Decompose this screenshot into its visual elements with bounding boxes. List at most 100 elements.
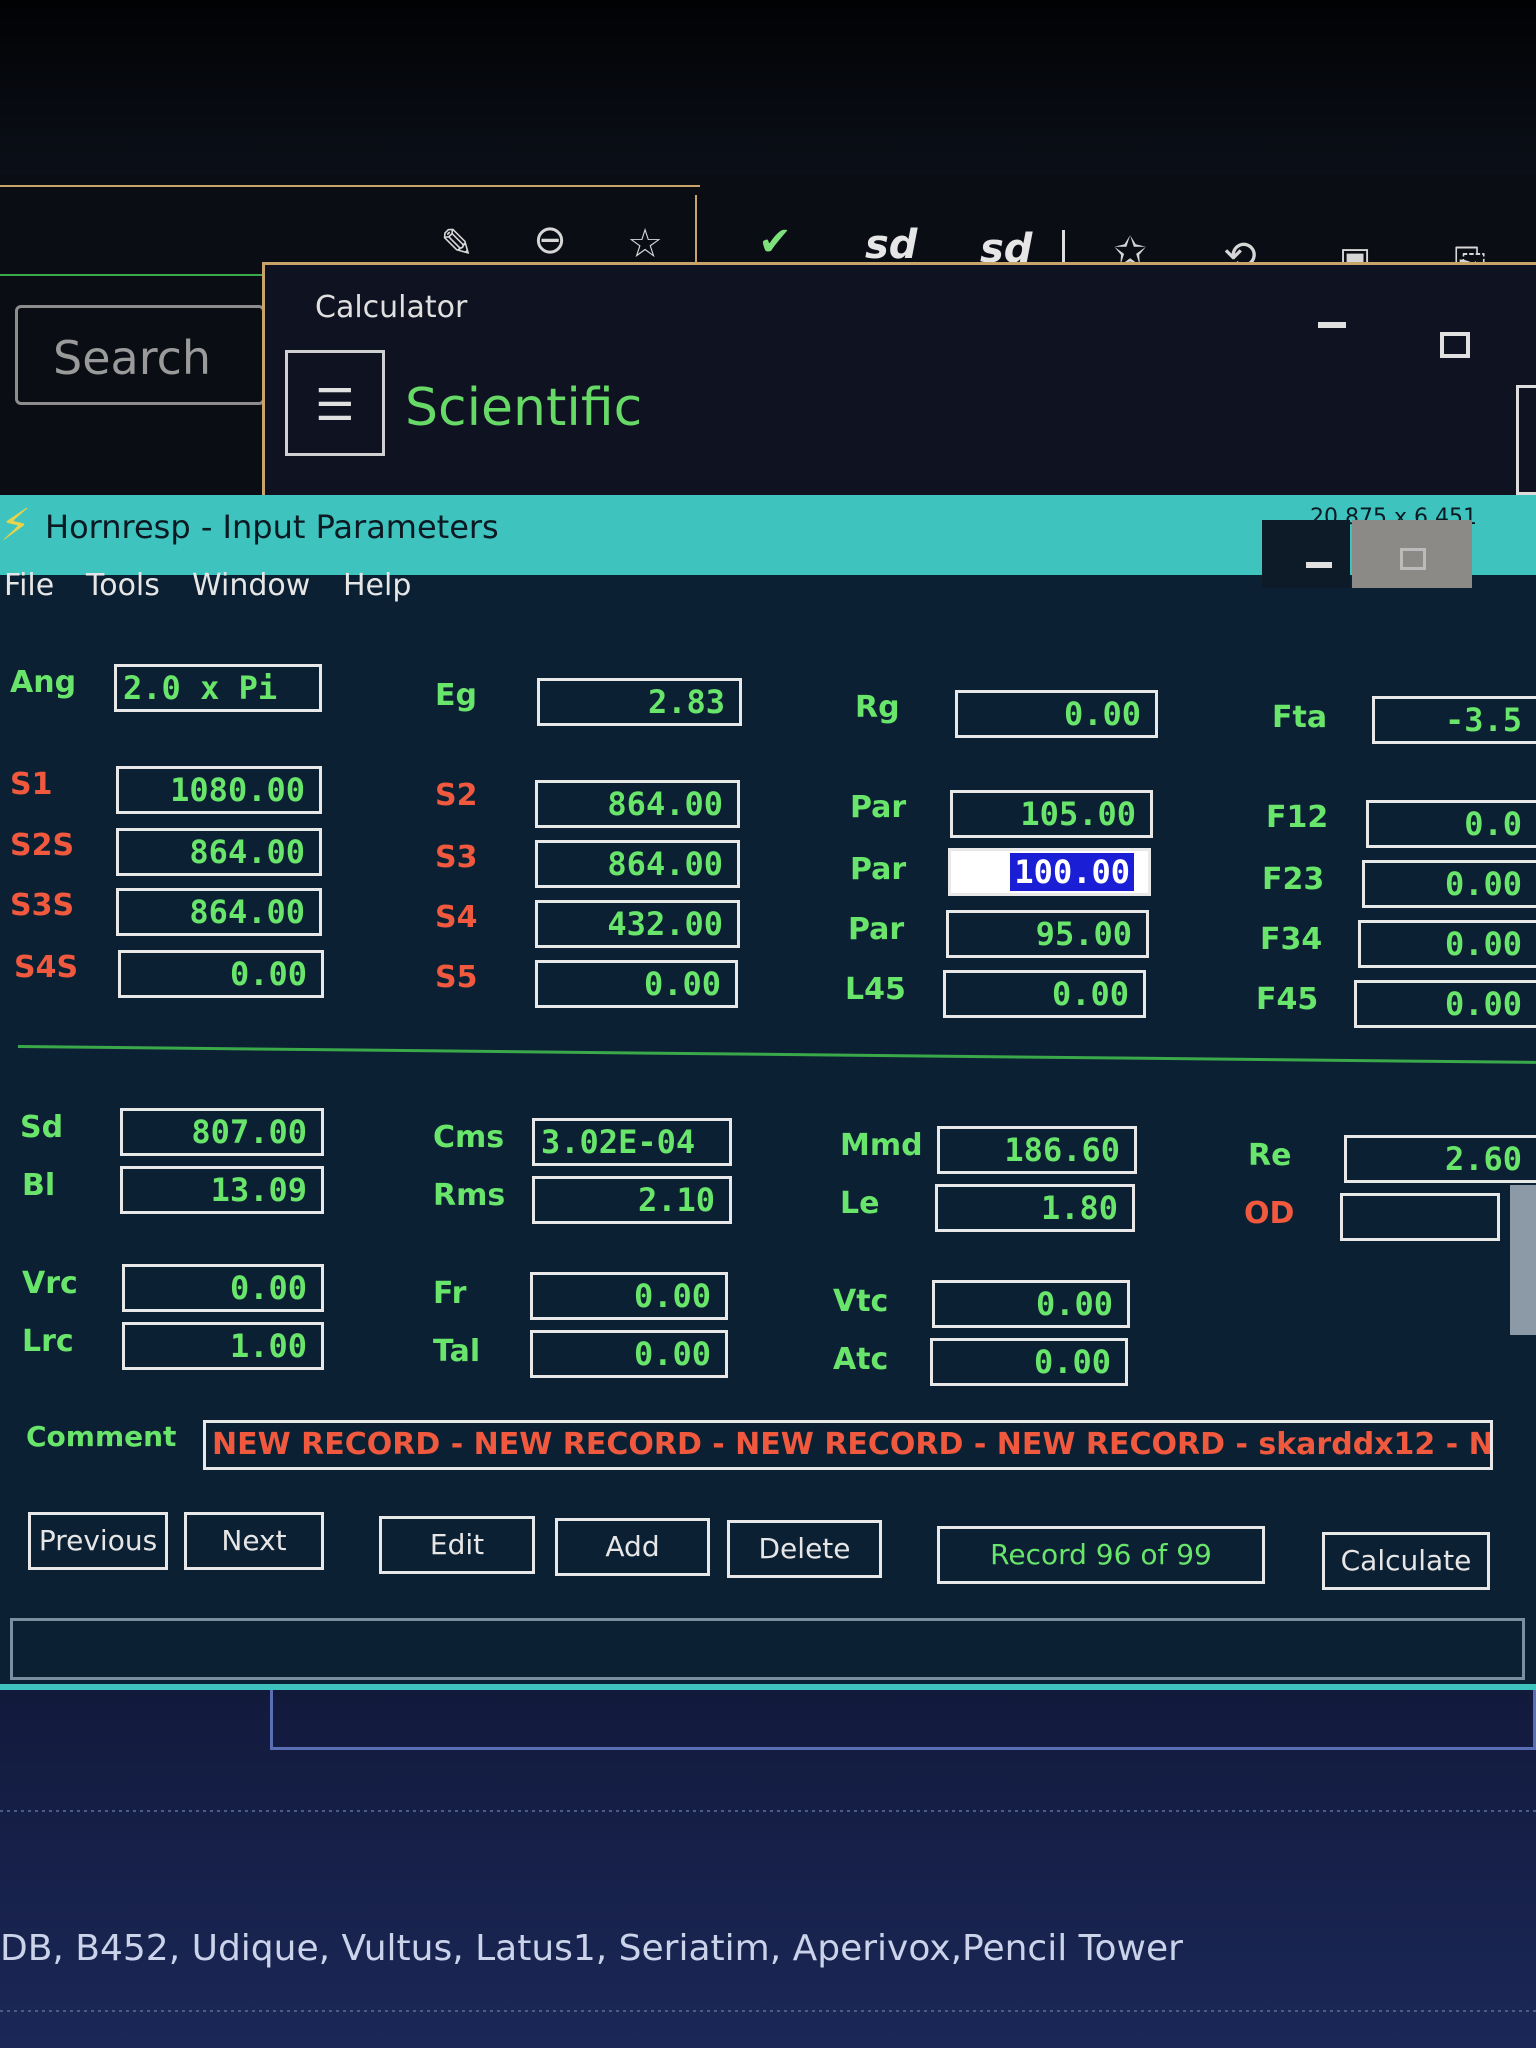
label-par-1: Par (850, 790, 907, 825)
field-cms[interactable]: 3.02E-04 (532, 1118, 732, 1166)
window-title: Hornresp - Input Parameters (45, 508, 499, 546)
label-s3: S3 (435, 840, 478, 875)
field-ang[interactable]: 2.0 x Pi (114, 664, 322, 712)
label-fta: Fta (1272, 700, 1328, 735)
calculator-mode: Scientific (405, 378, 643, 438)
label-par-3: Par (848, 912, 905, 947)
scrollbar[interactable] (1510, 1185, 1536, 1335)
menu-tools[interactable]: Tools (86, 568, 160, 603)
field-s5[interactable]: 0.00 (535, 960, 738, 1008)
monitor-bezel (0, 0, 1536, 175)
background-panel (270, 1690, 1536, 1750)
label-atc: Atc (833, 1342, 889, 1377)
add-button[interactable]: Add (555, 1518, 710, 1576)
field-f23[interactable]: 0.00 (1362, 860, 1536, 908)
label-vtc: Vtc (833, 1284, 889, 1319)
label-l45: L45 (845, 972, 906, 1007)
label-par-2: Par (850, 852, 907, 887)
comment-field[interactable]: NEW RECORD - NEW RECORD - NEW RECORD - N… (203, 1420, 1493, 1470)
field-f34[interactable]: 0.00 (1358, 920, 1536, 968)
field-par-3[interactable]: 95.00 (946, 910, 1149, 958)
field-f12[interactable]: 0.0 (1366, 800, 1536, 848)
menu-window[interactable]: Window (192, 568, 310, 603)
minimize-button[interactable] (1262, 520, 1350, 588)
field-atc[interactable]: 0.00 (930, 1338, 1128, 1386)
label-f12: F12 (1266, 800, 1329, 835)
label-lrc: Lrc (22, 1324, 74, 1359)
label-bl: Bl (22, 1168, 56, 1203)
field-re[interactable]: 2.60 (1344, 1135, 1536, 1183)
toolbar-border (0, 185, 700, 187)
calculator-title: Calculator (315, 290, 468, 325)
label-f23: F23 (1262, 862, 1325, 897)
field-fr[interactable]: 0.00 (530, 1272, 728, 1320)
dotted-divider-2 (0, 2010, 1536, 2012)
record-counter: Record 96 of 99 (937, 1526, 1265, 1584)
field-vtc[interactable]: 0.00 (932, 1280, 1130, 1328)
delete-button[interactable]: Delete (727, 1520, 882, 1578)
label-eg: Eg (435, 678, 477, 713)
label-od: OD (1244, 1196, 1295, 1231)
field-rms[interactable]: 2.10 (532, 1176, 732, 1224)
label-rms: Rms (433, 1178, 506, 1213)
field-le[interactable]: 1.80 (935, 1184, 1135, 1232)
model-list-text: DB, B452, Udique, Vultus, Latus1, Seriat… (0, 1928, 1183, 1969)
field-rg[interactable]: 0.00 (955, 690, 1158, 738)
menu-help[interactable]: Help (343, 568, 411, 603)
field-fta[interactable]: -3.5 (1372, 696, 1536, 744)
field-par-2-value: 100.00 (1010, 853, 1134, 891)
label-re: Re (1248, 1138, 1292, 1173)
maximize-button[interactable] (1352, 520, 1472, 588)
field-l45[interactable]: 0.00 (943, 970, 1146, 1018)
field-s2s[interactable]: 864.00 (116, 828, 322, 876)
field-s3[interactable]: 864.00 (535, 840, 740, 888)
label-s1: S1 (10, 767, 53, 802)
label-fr: Fr (433, 1276, 467, 1311)
label-ang: Ang (10, 665, 77, 700)
label-s4s: S4S (14, 950, 79, 985)
previous-button[interactable]: Previous (28, 1512, 168, 1570)
label-mmd: Mmd (840, 1128, 923, 1163)
label-comment: Comment (26, 1420, 177, 1453)
hamburger-menu-icon[interactable]: ☰ (285, 350, 385, 456)
field-sd[interactable]: 807.00 (120, 1108, 324, 1156)
field-s1[interactable]: 1080.00 (116, 766, 322, 814)
calculate-button[interactable]: Calculate (1322, 1532, 1490, 1590)
menu-file[interactable]: File (4, 568, 54, 603)
field-s2[interactable]: 864.00 (535, 780, 740, 828)
dotted-divider (0, 1810, 1536, 1812)
field-f45[interactable]: 0.00 (1354, 980, 1536, 1028)
maximize-icon (1400, 548, 1426, 570)
label-cms: Cms (433, 1120, 505, 1155)
field-s4s[interactable]: 0.00 (118, 950, 324, 998)
label-s4: S4 (435, 900, 478, 935)
next-button[interactable]: Next (184, 1512, 324, 1570)
field-tal[interactable]: 0.00 (530, 1330, 728, 1378)
label-s5: S5 (435, 960, 478, 995)
label-vrc: Vrc (22, 1266, 78, 1301)
field-od[interactable] (1340, 1193, 1500, 1241)
field-s3s[interactable]: 864.00 (116, 888, 322, 936)
maximize-icon[interactable] (1440, 332, 1470, 358)
label-s3s: S3S (10, 888, 75, 923)
field-lrc[interactable]: 1.00 (122, 1322, 324, 1370)
edit-button[interactable]: Edit (379, 1516, 535, 1574)
label-s2: S2 (435, 778, 478, 813)
field-par-2[interactable]: 100.00 (948, 848, 1151, 896)
search-input[interactable]: Search (15, 305, 265, 405)
field-mmd[interactable]: 186.60 (937, 1126, 1137, 1174)
field-bl[interactable]: 13.09 (120, 1166, 324, 1214)
label-f34: F34 (1260, 922, 1323, 957)
field-par-1[interactable]: 105.00 (950, 790, 1153, 838)
label-le: Le (840, 1186, 880, 1221)
field-s4[interactable]: 432.00 (535, 900, 740, 948)
field-eg[interactable]: 2.83 (537, 678, 742, 726)
minimize-icon[interactable] (1318, 322, 1346, 328)
hornresp-app-icon: ⚡ (0, 500, 31, 551)
toolbar-separator (695, 195, 697, 270)
field-vrc[interactable]: 0.00 (122, 1264, 324, 1312)
minimize-icon (1306, 562, 1332, 568)
label-tal: Tal (433, 1334, 481, 1369)
zoom-out-icon[interactable]: ⊖ (515, 210, 585, 270)
status-bar (10, 1618, 1525, 1680)
